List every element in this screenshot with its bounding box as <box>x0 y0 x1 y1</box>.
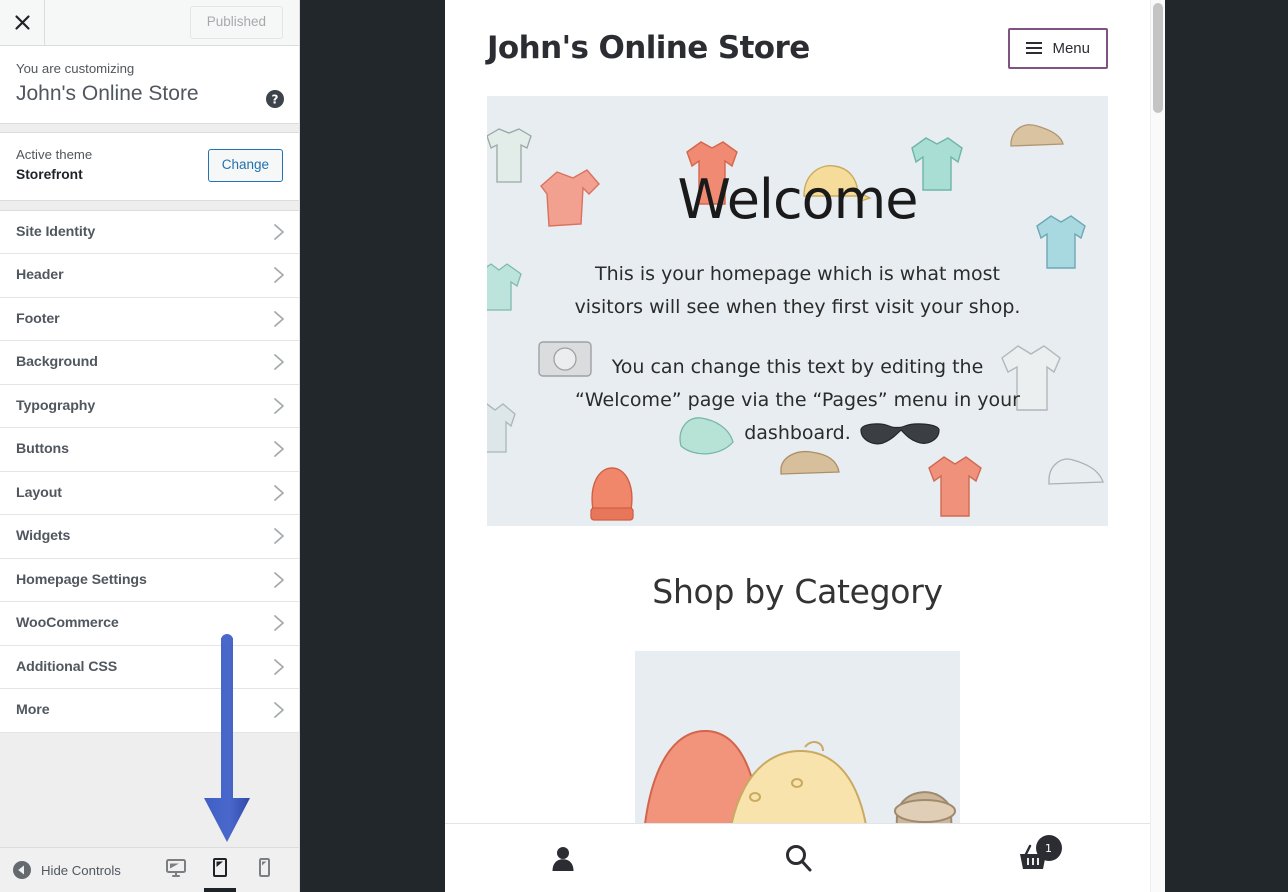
customizer-section-background[interactable]: Background <box>0 341 299 385</box>
publish-button[interactable]: Published <box>189 6 283 39</box>
customizer-section-label: Background <box>16 354 98 371</box>
customizer-section-label: Layout <box>16 484 62 501</box>
change-theme-button[interactable]: Change <box>207 148 283 182</box>
search-icon <box>785 845 811 872</box>
customizer-section-label: Footer <box>16 310 60 327</box>
beanie-illustration <box>590 467 634 521</box>
chevron-right-icon <box>273 397 285 415</box>
chevron-right-icon <box>273 440 285 458</box>
device-preview-buttons <box>157 848 293 892</box>
customizer-sidebar: Published You are customizing John's Onl… <box>0 0 300 892</box>
hero-paragraph-1: This is your homepage which is what most… <box>574 263 1021 319</box>
hamburger-icon <box>1026 42 1043 54</box>
customizer-topbar: Published <box>0 0 299 46</box>
site-title[interactable]: John's Online Store <box>487 30 810 66</box>
desktop-icon <box>165 857 187 884</box>
customizer-section-widgets[interactable]: Widgets <box>0 515 299 559</box>
device-preview-tablet-button[interactable] <box>201 848 239 892</box>
customizing-label: You are customizing <box>16 61 135 76</box>
search-button[interactable] <box>680 843 915 873</box>
customizer-section-label: Site Identity <box>16 223 96 240</box>
close-customizer-button[interactable] <box>0 0 45 45</box>
customizer-footer-bar: Hide Controls <box>0 847 299 892</box>
customizer-section-label: More <box>16 702 50 719</box>
cart-icon-wrapper: 1 <box>1017 835 1062 872</box>
chevron-right-icon <box>273 223 285 241</box>
customizing-info-panel: You are customizing John's Online Store … <box>0 46 299 125</box>
cart-count-badge: 1 <box>1035 835 1062 861</box>
menu-button-label: Menu <box>1052 39 1090 57</box>
customizer-section-label: Header <box>16 267 64 284</box>
site-header: John's Online Store Menu <box>445 0 1150 96</box>
customizer-section-typography[interactable]: Typography <box>0 384 299 429</box>
user-icon <box>552 847 573 871</box>
hide-controls-label: Hide Controls <box>41 862 121 878</box>
customizer-section-site-identity[interactable]: Site Identity <box>0 210 299 255</box>
chevron-right-icon <box>273 571 285 589</box>
panel-divider-top <box>0 124 299 134</box>
mobile-icon <box>253 857 275 884</box>
close-icon <box>14 15 30 30</box>
hero-banner: Welcome This is your homepage which is w… <box>487 96 1108 526</box>
shoe-illustration <box>1010 124 1064 147</box>
my-account-button[interactable] <box>445 844 680 872</box>
site-preview-scroll-area: John's Online Store Menu Welcome This is… <box>445 0 1150 823</box>
hero-content: Welcome This is your homepage which is w… <box>487 167 1108 451</box>
customizer-section-woocommerce[interactable]: WooCommerce <box>0 602 299 646</box>
tshirt-coral-illustration <box>928 456 982 517</box>
active-theme-row: Active theme Storefront Change <box>0 133 299 201</box>
chevron-right-icon <box>273 484 285 502</box>
device-preview-mobile-button[interactable] <box>245 848 283 892</box>
category-card[interactable] <box>635 651 960 823</box>
tablet-icon <box>209 857 231 884</box>
customizer-section-list: Site Identity Header Footer Background Typog… <box>0 210 299 733</box>
active-theme-texts: Active theme Storefront <box>16 145 92 185</box>
panel-divider-bottom <box>0 200 299 211</box>
chevron-right-icon <box>273 310 285 328</box>
customizer-section-label: Homepage Settings <box>16 571 147 588</box>
svg-text:?: ? <box>272 93 279 107</box>
device-preview-desktop-button[interactable] <box>157 848 195 892</box>
preview-bottom-nav: 1 <box>445 823 1150 892</box>
active-theme-name: Storefront <box>16 166 83 182</box>
collapse-icon <box>13 861 31 879</box>
customizer-section-label: WooCommerce <box>16 615 119 632</box>
customizer-section-footer[interactable]: Footer <box>0 297 299 342</box>
chevron-right-icon <box>273 266 285 284</box>
category-hats-illustration <box>635 651 960 823</box>
customizer-section-more[interactable]: More <box>0 689 299 733</box>
chevron-right-icon <box>273 614 285 632</box>
chevron-right-icon <box>273 353 285 371</box>
customizer-section-header[interactable]: Header <box>0 254 299 298</box>
hide-controls-button[interactable]: Hide Controls <box>8 856 125 884</box>
chevron-right-icon <box>273 658 285 676</box>
shop-by-category-heading: Shop by Category <box>652 572 943 611</box>
customizer-section-homepage-settings[interactable]: Homepage Settings <box>0 558 299 603</box>
chevron-right-icon <box>273 527 285 545</box>
cart-button[interactable]: 1 <box>915 835 1150 872</box>
customizer-section-label: Typography <box>16 397 96 414</box>
customizer-section-label: Additional CSS <box>16 658 118 675</box>
site-preview-frame: John's Online Store Menu Welcome This is… <box>445 0 1150 892</box>
customizer-section-buttons[interactable]: Buttons <box>0 428 299 472</box>
preview-gutter-right <box>1165 0 1288 892</box>
sidebar-empty-space <box>0 732 299 847</box>
customizing-site-name: John's Online Store <box>16 81 199 105</box>
menu-toggle-button[interactable]: Menu <box>1008 27 1108 69</box>
hero-heading: Welcome <box>677 167 918 231</box>
customizer-section-additional-css[interactable]: Additional CSS <box>0 645 299 690</box>
preview-scrollbar-thumb[interactable] <box>1153 3 1163 113</box>
customizer-screen: Published You are customizing John's Onl… <box>0 0 1288 892</box>
hero-paragraph-2: You can change this text by editing the … <box>575 355 1020 445</box>
help-icon[interactable]: ? <box>265 89 285 109</box>
preview-gutter-left <box>301 0 445 892</box>
customizer-section-label: Widgets <box>16 528 71 545</box>
chevron-right-icon <box>273 701 285 719</box>
active-theme-label: Active theme <box>16 147 93 163</box>
preview-scrollbar-track[interactable] <box>1150 0 1165 892</box>
customizer-section-label: Buttons <box>16 441 69 458</box>
customizer-section-layout[interactable]: Layout <box>0 471 299 516</box>
